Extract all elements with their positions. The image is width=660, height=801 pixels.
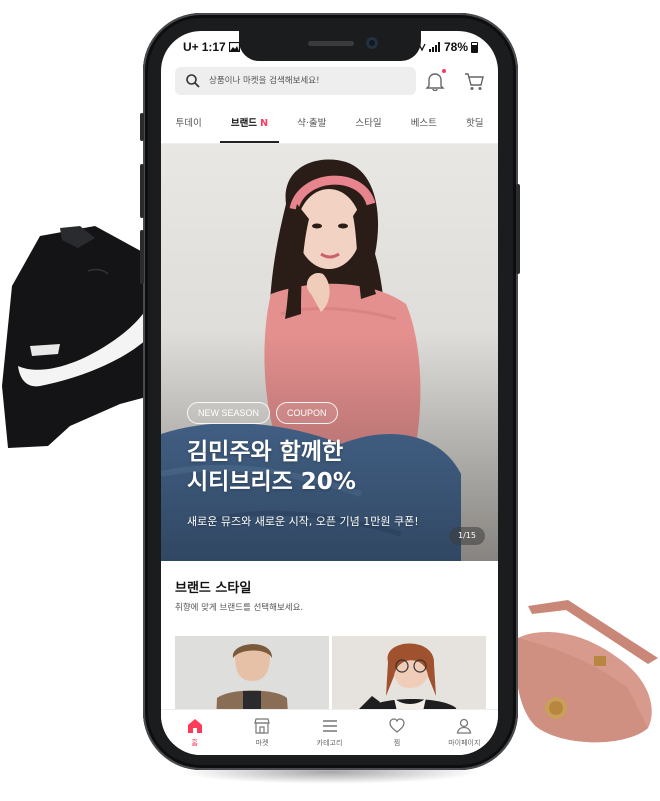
- promo-banner[interactable]: NEW SEASON COUPON 김민주와 함께한 시티브리즈 20% 새로운…: [161, 144, 498, 561]
- banner-title-line2: 시티브리즈 20%: [187, 469, 356, 495]
- nav-wishlist[interactable]: 찜: [363, 710, 430, 755]
- banner-subtitle: 새로운 뮤즈와 새로운 시작, 오픈 기념 1만원 쿠폰!: [187, 515, 419, 528]
- tab-best[interactable]: 베스트: [396, 109, 451, 143]
- pink-bag-image: [515, 600, 658, 743]
- black-jacket-image: [2, 226, 158, 448]
- category-tabs: 투데이 브랜드 N 샥·출발 스타일 베스트 핫딜: [161, 109, 498, 143]
- search-icon[interactable]: [185, 73, 201, 89]
- battery-label: 78%: [443, 40, 468, 54]
- banner-pager: 1/15: [449, 527, 485, 545]
- tab-hotdeal[interactable]: 핫딜: [451, 109, 498, 143]
- carrier-label: U+: [183, 40, 199, 54]
- phone-power-button: [516, 184, 520, 274]
- nav-label: 카테고리: [316, 739, 343, 747]
- status-bar-right: 78%: [418, 37, 478, 57]
- banner-title: 김민주와 함께한 시티브리즈 20%: [187, 437, 487, 497]
- nav-mypage[interactable]: 마이페이지: [431, 710, 498, 755]
- speaker: [308, 41, 354, 46]
- bell-icon[interactable]: [424, 70, 446, 92]
- tab-style[interactable]: 스타일: [341, 109, 396, 143]
- tab-label: 핫딜: [465, 118, 484, 129]
- nav-market[interactable]: 마켓: [228, 710, 295, 755]
- user-icon: [457, 718, 472, 734]
- banner-model-image: [161, 144, 498, 561]
- status-bar-left: U+ 1:17: [183, 37, 240, 57]
- nav-category[interactable]: 카테고리: [296, 710, 363, 755]
- tab-label: 스타일: [355, 118, 382, 129]
- phone-volume-down: [140, 230, 144, 284]
- store-icon: [254, 718, 270, 734]
- signal-icon: [428, 42, 440, 52]
- new-badge: N: [260, 118, 269, 129]
- nav-label: 마켓: [255, 739, 269, 747]
- nav-home[interactable]: 홈: [161, 710, 228, 755]
- phone-screen: U+ 1:17 78% 투데이 브랜드N 샥·출발 스타일 베스트 핫딜: [161, 31, 498, 755]
- home-icon: [187, 719, 202, 733]
- coupon-chip: COUPON: [276, 402, 338, 424]
- search-bar[interactable]: [175, 67, 416, 95]
- cart-icon[interactable]: [463, 70, 485, 92]
- banner-title-line1: 김민주와 함께한: [187, 439, 344, 465]
- battery-icon: [471, 41, 478, 53]
- brand-style-subtitle: 취향에 맞게 브랜드를 선택해보세요.: [175, 603, 304, 613]
- tab-label: 베스트: [410, 118, 437, 129]
- time-label: 1:17: [201, 40, 226, 54]
- notification-dot: [442, 69, 446, 73]
- tab-brand[interactable]: 브랜드 N: [216, 109, 282, 143]
- bottom-nav: 홈 마켓 카테고리 찜 마이페이지: [161, 709, 498, 755]
- tab-shipping[interactable]: 샥·출발: [283, 109, 341, 143]
- nav-label: 마이페이지: [448, 739, 481, 747]
- tab-today[interactable]: 투데이: [161, 109, 216, 143]
- camera: [366, 37, 378, 49]
- phone-volume-up: [140, 164, 144, 218]
- nav-label: 찜: [393, 739, 401, 747]
- menu-icon: [322, 720, 337, 732]
- brand-style-title: 브랜드 스타일: [175, 581, 252, 596]
- nav-label: 홈: [191, 739, 198, 747]
- notch: [239, 31, 421, 61]
- search-input[interactable]: [207, 75, 411, 87]
- new-season-chip: NEW SEASON: [187, 402, 271, 424]
- tab-label: 샥·출발: [297, 118, 327, 129]
- tab-label: 브랜드: [230, 118, 258, 129]
- gallery-icon: [228, 42, 240, 52]
- tab-label: 투데이: [175, 118, 202, 129]
- phone-side-button: [140, 113, 144, 141]
- heart-icon: [389, 718, 405, 733]
